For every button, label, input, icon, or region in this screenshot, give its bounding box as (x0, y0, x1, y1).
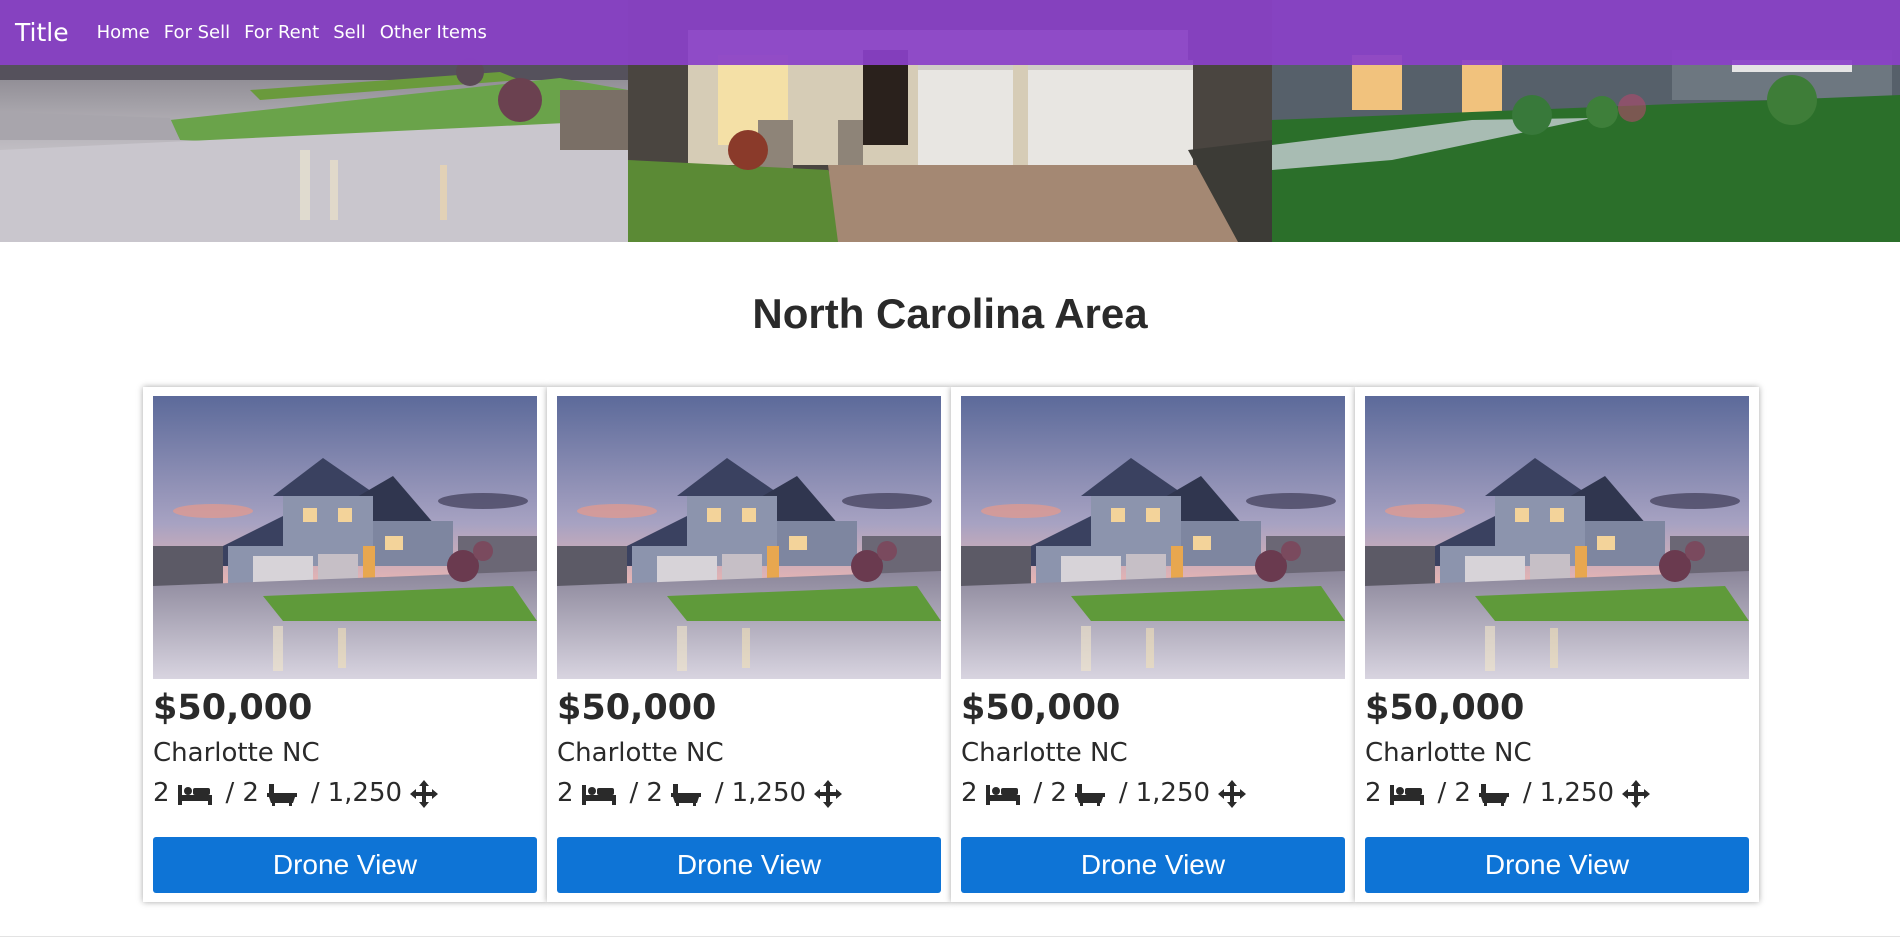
listing-location: Charlotte NC (1365, 738, 1532, 768)
listing-grid: $50,000 Charlotte NC 2 / 2 / 1,250 Drone… (143, 387, 1759, 902)
sqft-value: 1,250 (731, 778, 807, 808)
bath-icon (266, 777, 297, 809)
bed-icon (177, 777, 212, 809)
listing-price: $50,000 (961, 688, 1121, 728)
house-photo[interactable] (153, 396, 537, 679)
bed-count: 2 (153, 778, 170, 808)
drone-view-button[interactable]: Drone View (153, 837, 537, 893)
drone-view-button[interactable]: Drone View (1365, 837, 1749, 893)
drone-view-button[interactable]: Drone View (557, 837, 941, 893)
house-photo[interactable] (961, 396, 1345, 679)
bath-count: 2 (1050, 778, 1067, 808)
bed-count: 2 (557, 778, 574, 808)
bed-icon (581, 777, 616, 809)
listing-card: $50,000 Charlotte NC 2 / 2 / 1,250 Drone… (1355, 387, 1759, 902)
bed-icon (1389, 777, 1424, 809)
listing-specs: 2 / 2 / 1,250 (1365, 777, 1749, 809)
footer-divider (0, 936, 1900, 937)
arrows-move-icon (814, 777, 843, 809)
nav-for-rent[interactable]: For Rent (244, 22, 319, 43)
listing-price: $50,000 (153, 688, 313, 728)
listing-price: $50,000 (1365, 688, 1525, 728)
bed-count: 2 (961, 778, 978, 808)
house-photo[interactable] (1365, 396, 1749, 679)
top-navbar: Title Home For Sell For Rent Sell Other … (0, 0, 1900, 65)
listing-card: $50,000 Charlotte NC 2 / 2 / 1,250 Drone… (951, 387, 1355, 902)
arrows-move-icon (1218, 777, 1247, 809)
bed-icon (985, 777, 1020, 809)
nav-for-sell[interactable]: For Sell (164, 22, 230, 43)
sqft-value: 1,250 (1539, 778, 1615, 808)
bath-icon (1478, 777, 1509, 809)
nav-sell[interactable]: Sell (333, 22, 366, 43)
sqft-value: 1,250 (327, 778, 403, 808)
listing-specs: 2 / 2 / 1,250 (153, 777, 537, 809)
arrows-move-icon (1622, 777, 1651, 809)
listing-location: Charlotte NC (557, 738, 724, 768)
bath-icon (670, 777, 701, 809)
area-heading: North Carolina Area (752, 290, 1148, 337)
house-photo[interactable] (557, 396, 941, 679)
bed-count: 2 (1365, 778, 1382, 808)
sqft-value: 1,250 (1135, 778, 1211, 808)
listing-specs: 2 / 2 / 1,250 (557, 777, 941, 809)
bath-icon (1074, 777, 1105, 809)
bath-count: 2 (242, 778, 259, 808)
bath-count: 2 (1454, 778, 1471, 808)
bath-count: 2 (646, 778, 663, 808)
arrows-move-icon (410, 777, 439, 809)
listing-card: $50,000 Charlotte NC 2 / 2 / 1,250 Drone… (143, 387, 547, 902)
brand-title[interactable]: Title (15, 18, 69, 47)
listing-location: Charlotte NC (961, 738, 1128, 768)
nav-home[interactable]: Home (97, 22, 150, 43)
listing-card: $50,000 Charlotte NC 2 / 2 / 1,250 Drone… (547, 387, 951, 902)
listing-specs: 2 / 2 / 1,250 (961, 777, 1345, 809)
drone-view-button[interactable]: Drone View (961, 837, 1345, 893)
nav-other-items[interactable]: Other Items (380, 22, 487, 43)
listing-location: Charlotte NC (153, 738, 320, 768)
listing-price: $50,000 (557, 688, 717, 728)
